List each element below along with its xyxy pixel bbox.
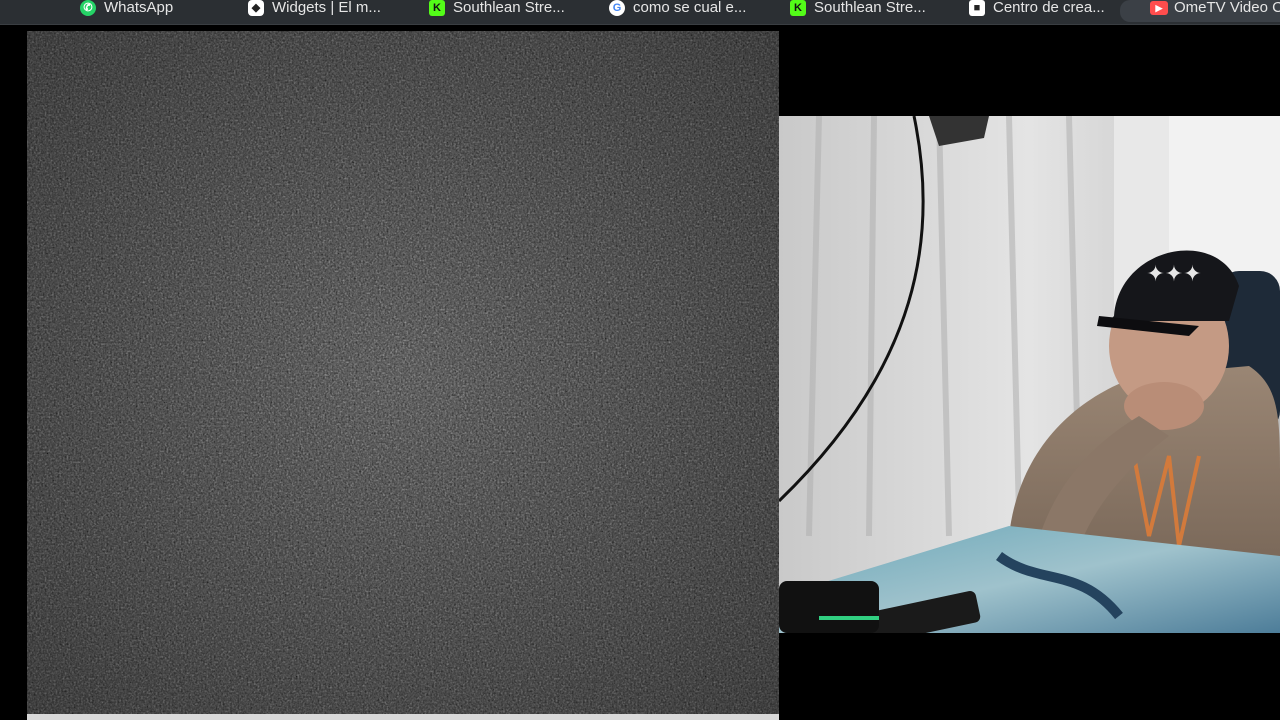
bookmark-label: como se cual e... [633, 0, 747, 16]
kick-icon: K [429, 0, 445, 16]
bookmark-google-search[interactable]: G como se cual e... [609, 0, 759, 18]
bookmark-label: Centro de crea... [993, 0, 1105, 16]
static-noise [27, 31, 779, 715]
google-icon: G [609, 0, 625, 16]
bookmark-ometv[interactable]: ▶ OmeTV Video C [1120, 0, 1280, 22]
bookmark-whatsapp[interactable]: ✆ WhatsApp [80, 0, 190, 18]
self-camera-feed: ✦✦✦ [779, 116, 1280, 633]
ometv-icon: ▶ [1150, 1, 1168, 15]
left-black-border [0, 25, 27, 720]
bottom-scroll-strip [27, 714, 779, 720]
widgets-icon: ◆ [248, 0, 264, 16]
bookmark-label: Southlean Stre... [453, 0, 565, 16]
bookmarks-bar: ✆ WhatsApp ◆ Widgets | El m... K Southle… [0, 0, 1280, 25]
bookmark-widgets[interactable]: ◆ Widgets | El m... [248, 0, 398, 18]
webcam-image: ✦✦✦ [779, 116, 1280, 633]
bookmark-label: WhatsApp [104, 0, 174, 16]
browser-window: ✆ WhatsApp ◆ Widgets | El m... K Southle… [0, 0, 1280, 720]
kick-icon: K [790, 0, 806, 16]
cap-logo: ✦✦✦ [1146, 262, 1201, 287]
bookmark-southlean-1[interactable]: K Southlean Stre... [429, 0, 579, 18]
bookmark-label: OmeTV Video C [1174, 0, 1280, 16]
bookmark-centro-creacion[interactable]: ■ Centro de crea... [969, 0, 1119, 18]
whatsapp-icon: ✆ [80, 0, 96, 16]
bookmark-southlean-2[interactable]: K Southlean Stre... [790, 0, 940, 18]
bookmark-label: Southlean Stre... [814, 0, 926, 16]
roblox-icon: ■ [969, 0, 985, 16]
bookmark-label: Widgets | El m... [272, 0, 381, 16]
stranger-video-static [27, 31, 779, 715]
